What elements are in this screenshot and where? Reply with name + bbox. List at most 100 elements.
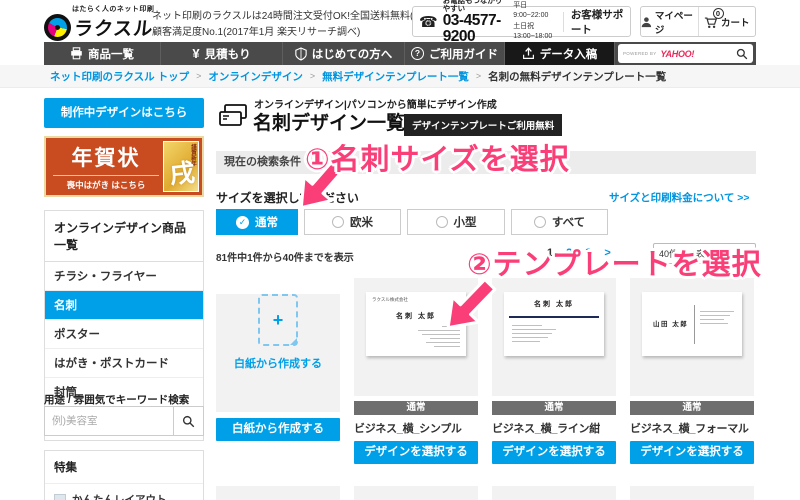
phone-hours: 平日 9:00~22:00 土日祝 13:00~18:00 bbox=[513, 1, 558, 43]
breadcrumb-separator: > bbox=[196, 71, 202, 81]
feature-title: 特集 bbox=[45, 451, 203, 484]
size-option-label: すべて bbox=[551, 217, 586, 229]
phone-icon: ☎ bbox=[419, 13, 438, 31]
breadcrumb-current: 名刺の無料デザインテンプレート一覧 bbox=[488, 70, 667, 83]
feature-item-label: かんたんレイアウト bbox=[72, 494, 167, 500]
yahoo-logo: YAHOO! bbox=[660, 48, 695, 59]
template-preview-stub[interactable] bbox=[630, 486, 754, 500]
cart-button[interactable]: 0 カート bbox=[697, 7, 756, 36]
template-name: ビジネス_横_シンプル bbox=[354, 423, 462, 435]
customer-support-link[interactable]: お客様サポート bbox=[569, 7, 624, 37]
size-option-small[interactable]: 小型 bbox=[407, 209, 505, 235]
radio-icon bbox=[533, 216, 546, 228]
page: はたらく人のネット印刷 ラクスル ネット印刷のラクスルは24時間注文受付OK!全… bbox=[0, 0, 800, 500]
keyword-search-box bbox=[44, 406, 204, 436]
nav-tab-guide[interactable]: ? ご利用ガイド bbox=[405, 42, 505, 65]
user-icon bbox=[641, 16, 652, 27]
size-options: ✓ 通常 欧米 小型 すべて bbox=[216, 209, 608, 235]
select-design-button[interactable]: デザインを選択する bbox=[492, 441, 616, 464]
upload-icon bbox=[522, 47, 534, 59]
sidebar-item-meishi[interactable]: 名刺 bbox=[45, 291, 203, 320]
size-badge: 通常 bbox=[354, 401, 478, 415]
cart-label: カート bbox=[720, 17, 750, 29]
breadcrumb-separator: > bbox=[475, 71, 482, 81]
nav-search-area: POWERED BY YAHOO! bbox=[615, 42, 756, 65]
search-icon[interactable] bbox=[736, 48, 748, 60]
wip-designs-button[interactable]: 制作中デザインはこちら bbox=[44, 98, 204, 128]
size-option-label: 通常 bbox=[255, 217, 278, 229]
keyword-search-button[interactable] bbox=[173, 407, 203, 435]
sidebar-item-flyer[interactable]: チラシ・フライヤー bbox=[45, 262, 203, 291]
hours-weekend: 土日祝 13:00~18:00 bbox=[513, 22, 553, 41]
raksul-logo-icon bbox=[44, 14, 71, 41]
blank-plus-icon[interactable]: + bbox=[258, 294, 298, 346]
yen-icon: ¥ bbox=[192, 46, 200, 61]
keyword-search-input[interactable] bbox=[45, 407, 173, 435]
blank-card: + 白紙から作成する 白紙から作成する bbox=[216, 278, 340, 464]
thumb-name: 名刺 太郎 bbox=[534, 301, 574, 308]
nav-label-upload: データ入稿 bbox=[539, 48, 598, 61]
mypage-button[interactable]: マイページ bbox=[641, 7, 698, 36]
cart-count-badge: 0 bbox=[712, 8, 724, 19]
sidebar-menu-title: オンラインデザイン商品一覧 bbox=[45, 211, 203, 262]
size-option-label: 欧米 bbox=[350, 217, 373, 229]
size-pricing-link[interactable]: サイズと印刷料金について >> bbox=[609, 190, 750, 205]
thumb-address-lines bbox=[512, 322, 562, 342]
phone-support-box: ☎ お電話もつながりやすい 03-4577-9200 平日 9:00~22:00… bbox=[412, 0, 631, 45]
breadcrumb-home[interactable]: ネット印刷のラクスル トップ bbox=[50, 69, 189, 84]
nav-tab-beginners[interactable]: はじめての方へ bbox=[283, 42, 405, 65]
radio-icon bbox=[435, 216, 448, 228]
nav-tab-products[interactable]: 商品一覧 bbox=[44, 42, 161, 65]
size-option-label: 小型 bbox=[453, 217, 477, 229]
powered-by-text: POWERED BY bbox=[623, 51, 657, 56]
keyword-search-title: 用途 / 雰囲気でキーワード検索 bbox=[44, 394, 190, 406]
template-preview-stub[interactable] bbox=[354, 486, 478, 500]
template-card: 名刺 太郎 通常 ビジネス_横_ライン紺 デザインを選択する bbox=[492, 278, 616, 464]
beginner-shield-icon bbox=[295, 46, 307, 61]
breadcrumb-template-list[interactable]: 無料デザインテンプレート一覧 bbox=[322, 69, 469, 84]
create-from-blank-button[interactable]: 白紙から作成する bbox=[216, 418, 340, 441]
breadcrumb: ネット印刷のラクスル トップ > オンラインデザイン > 無料デザインテンプレー… bbox=[0, 65, 800, 88]
annotation-step2: ②テンプレートを選択 bbox=[467, 249, 762, 281]
banner-subtitle: 喪中はがき はこちら bbox=[53, 175, 159, 191]
breadcrumb-separator: > bbox=[309, 71, 316, 81]
thumb-company: ラクスル株式会社 bbox=[372, 297, 408, 302]
feature-item-easy-layout[interactable]: かんたんレイアウト bbox=[45, 484, 203, 500]
account-box: マイページ 0 カート bbox=[640, 6, 756, 37]
template-name: ビジネス_横_フォーマル bbox=[630, 423, 749, 435]
free-template-badge: デザインテンプレートご利用無料 bbox=[404, 114, 563, 136]
size-option-all[interactable]: すべて bbox=[511, 209, 608, 235]
thumb-divider bbox=[694, 305, 695, 344]
next-row-previews bbox=[216, 486, 756, 500]
template-preview-stub[interactable] bbox=[216, 486, 340, 500]
nav-tab-upload[interactable]: データ入稿 bbox=[505, 42, 615, 65]
size-badge: 通常 bbox=[492, 401, 616, 415]
blank-card-label: 白紙から作成する bbox=[234, 358, 322, 370]
nengajo-banner[interactable]: 年賀状 喪中はがき はこちら 謹賀新年 戌 bbox=[44, 136, 204, 197]
size-badge: 通常 bbox=[630, 401, 754, 415]
banner-kanji: 戌 bbox=[168, 159, 197, 190]
site-search-input[interactable]: POWERED BY YAHOO! bbox=[618, 44, 753, 63]
banner-artwork: 謹賀新年 戌 bbox=[163, 141, 199, 192]
template-preview-line-navy[interactable]: 名刺 太郎 bbox=[492, 278, 616, 396]
select-design-button[interactable]: デザインを選択する bbox=[354, 441, 478, 464]
business-card-thumbnail: 名刺 太郎 bbox=[504, 292, 604, 356]
template-preview-formal[interactable]: 山田 太郎 bbox=[630, 278, 754, 396]
sidebar-item-postcard[interactable]: はがき・ポストカード bbox=[45, 349, 203, 378]
banner-title: 年賀状 bbox=[71, 147, 141, 170]
checkbox-icon[interactable] bbox=[54, 493, 66, 500]
phone-number: 03-4577-9200 bbox=[442, 12, 502, 46]
divider bbox=[563, 11, 564, 32]
business-card-thumbnail: 山田 太郎 bbox=[642, 292, 742, 356]
nav-label-guide: ご利用ガイド bbox=[429, 48, 498, 61]
nav-tab-quote[interactable]: ¥ 見積もり bbox=[161, 42, 283, 65]
size-option-normal[interactable]: ✓ 通常 bbox=[216, 209, 298, 235]
sidebar-item-poster[interactable]: ポスター bbox=[45, 320, 203, 349]
select-design-button[interactable]: デザインを選択する bbox=[630, 441, 754, 464]
annotation-step1: ①名刺サイズを選択 bbox=[305, 144, 570, 176]
question-icon: ? bbox=[411, 47, 424, 60]
template-preview-stub[interactable] bbox=[492, 486, 616, 500]
blank-card-preview[interactable]: + 白紙から作成する bbox=[216, 294, 340, 412]
breadcrumb-online-design[interactable]: オンラインデザイン bbox=[208, 69, 303, 84]
nav-label-products: 商品一覧 bbox=[88, 48, 134, 61]
